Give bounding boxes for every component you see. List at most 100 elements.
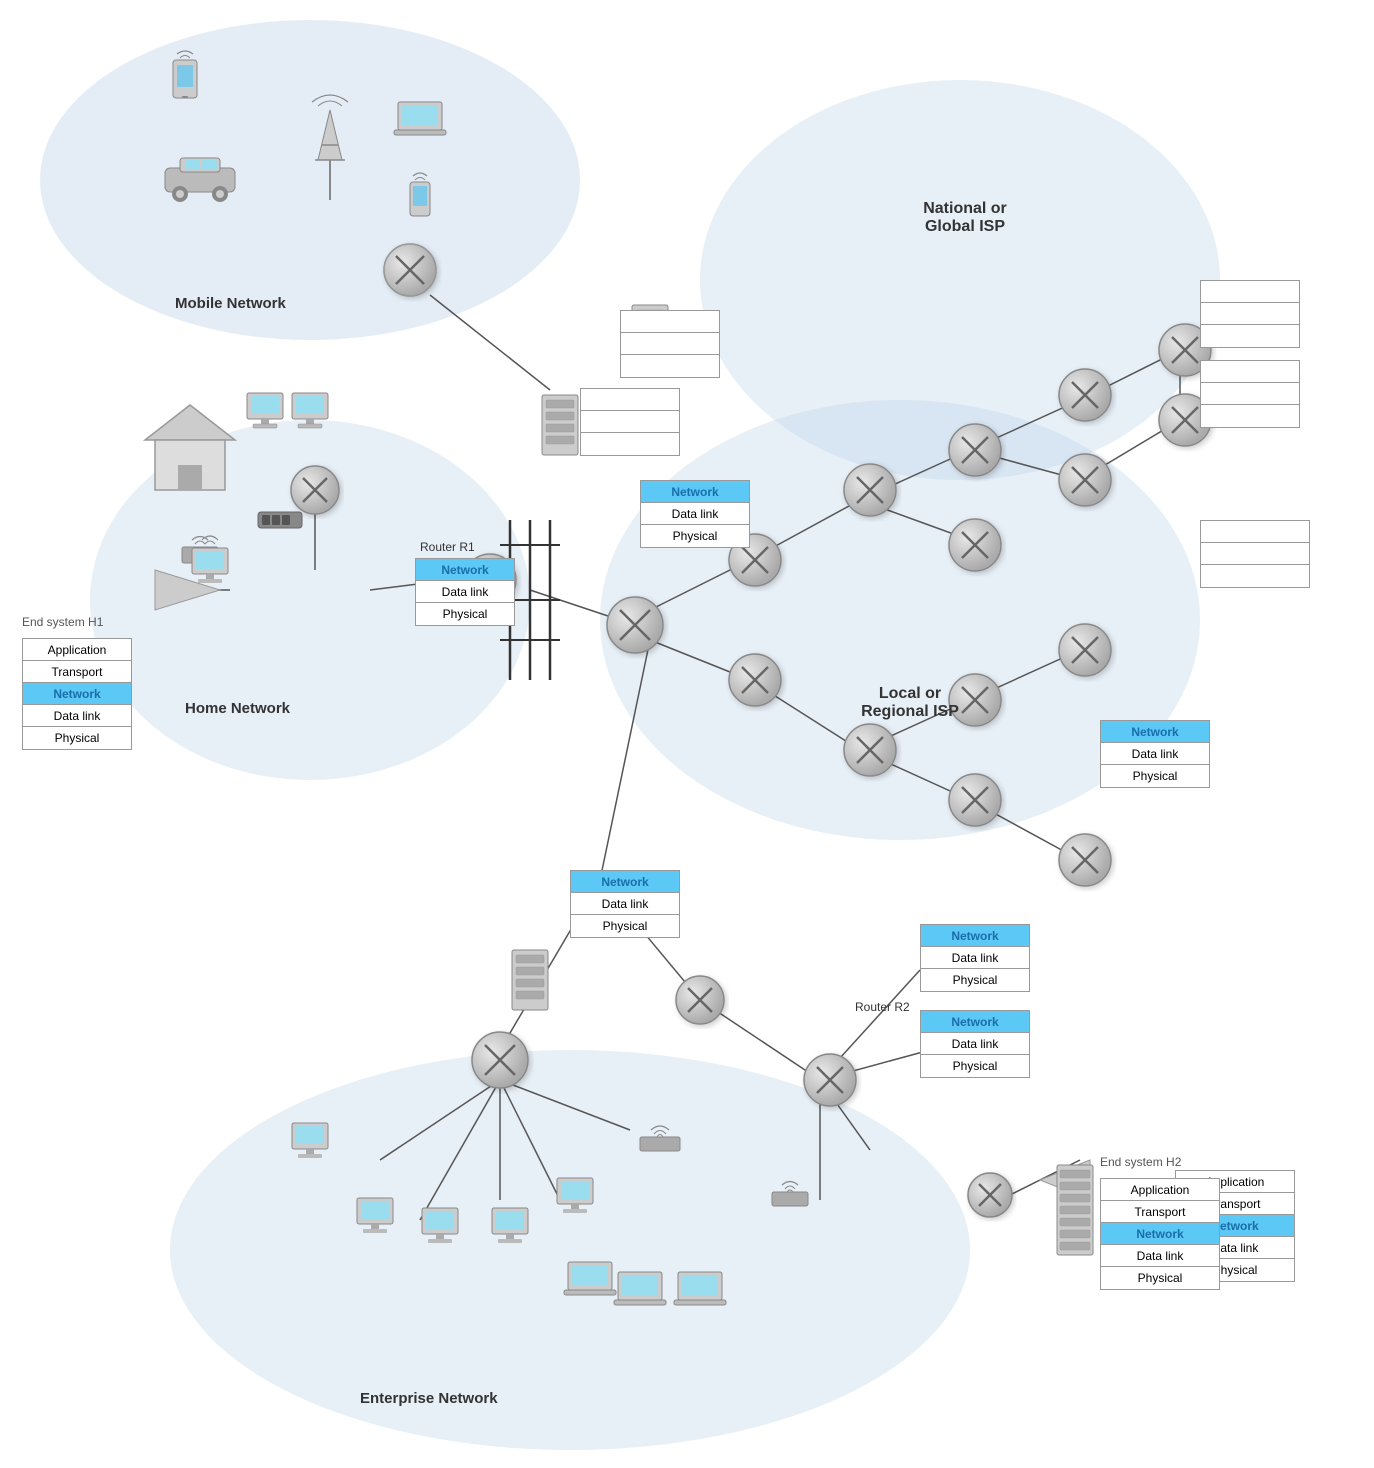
stack-local-right-1: Network Data link Physical (1100, 720, 1210, 788)
r1-physical: Physical (416, 603, 514, 625)
house-icon (145, 405, 235, 490)
sn-left-row2 (621, 333, 719, 355)
stack-national-left (620, 310, 720, 378)
mobile-network-label: Mobile Network (175, 295, 286, 312)
h2-application: Application (1101, 1179, 1219, 1201)
sr2u-network: Network (921, 925, 1029, 947)
stack-national-r2 (1200, 360, 1300, 428)
comp-ent-4 (492, 1208, 528, 1243)
router-r1-stack: Network Data link Physical (415, 558, 515, 626)
end-system-h1-stack: Application Transport Network Data link … (22, 638, 132, 750)
sc-top-row3 (581, 433, 679, 455)
suc-physical: Physical (641, 525, 749, 547)
end-system-h2-label: End system H2 (1100, 1155, 1181, 1169)
h2-physical: Physical (1101, 1267, 1219, 1289)
end-system-h1-label: End system H1 (22, 615, 103, 629)
slr1-datalink: Data link (1101, 743, 1209, 765)
router-national-3 (949, 424, 1001, 476)
router-national-1 (844, 464, 896, 516)
router-local-3 (1059, 624, 1111, 676)
h2-datalink: Data link (1101, 1245, 1219, 1267)
sc-top-row1 (581, 389, 679, 411)
slr2-row3 (1201, 565, 1309, 587)
computer-h1 (192, 536, 228, 583)
car-icon (165, 158, 235, 202)
local-isp-label: Local orRegional ISP (820, 685, 1000, 721)
home-network-label: Home Network (185, 700, 290, 717)
router-national-4 (949, 519, 1001, 571)
router-enterprise-right (968, 1173, 1012, 1217)
slr1-physical: Physical (1101, 765, 1209, 787)
end-system-h2-stack: Application Transport Network Data link … (1100, 1178, 1220, 1290)
laptop-ent-2 (614, 1272, 666, 1305)
sr2u-physical: Physical (921, 969, 1029, 991)
comp-ent-2 (357, 1198, 393, 1233)
suc-datalink: Data link (641, 503, 749, 525)
comp-ent-5 (557, 1178, 593, 1213)
h1-physical: Physical (23, 727, 131, 749)
r1-datalink: Data link (416, 581, 514, 603)
slcl-physical: Physical (571, 915, 679, 937)
slcl-network: Network (571, 871, 679, 893)
wifi-home (182, 537, 218, 564)
router-mobile (384, 244, 436, 296)
sr2l-datalink: Data link (921, 1033, 1029, 1055)
snr1-r1 (1201, 281, 1299, 303)
snr2-r3 (1201, 405, 1299, 427)
mobile-network-region (40, 20, 580, 340)
router-enterprise-sub (676, 976, 724, 1024)
r1-network: Network (416, 559, 514, 581)
h2-network: Network (1101, 1223, 1219, 1245)
sn-left-row3 (621, 355, 719, 377)
router-enterprise-main (472, 1032, 528, 1088)
sr2l-physical: Physical (921, 1055, 1029, 1077)
enterprise-network-label: Enterprise Network (360, 1390, 498, 1407)
h1-datalink: Data link (23, 705, 131, 727)
router-home-main (291, 466, 339, 514)
enterprise-network-region (170, 1050, 970, 1450)
laptop-ent-3 (674, 1272, 726, 1305)
router-central-1 (607, 597, 663, 653)
wireless-ent (640, 1126, 680, 1151)
stack-local-right-2 (1200, 520, 1310, 588)
router-national-2 (844, 724, 896, 776)
router-r2 (804, 1054, 856, 1106)
wifi-ent-2 (772, 1182, 808, 1207)
comp-ent-1 (292, 1123, 328, 1158)
slr1-network: Network (1101, 721, 1209, 743)
slr2-row1 (1201, 521, 1309, 543)
modem-home (258, 512, 302, 528)
snr1-r3 (1201, 325, 1299, 347)
diagram-container: End system H1 Application Transport Netw… (0, 0, 1374, 1468)
stack-upper-center: Network Data link Physical (640, 480, 750, 548)
router-local-4 (1059, 834, 1111, 886)
server-h2 (1057, 1165, 1093, 1255)
sc-top-row2 (581, 411, 679, 433)
national-isp-region (700, 80, 1220, 480)
h1-transport: Transport (23, 661, 131, 683)
router-national-5 (1059, 369, 1111, 421)
stack-r2-upper: Network Data link Physical (920, 924, 1030, 992)
h1-network: Network (23, 683, 131, 705)
regional-server-1 (542, 395, 578, 455)
comp-ent-3 (422, 1208, 458, 1243)
national-isp-label: National orGlobal ISP (875, 200, 1055, 236)
stack-central-top (580, 388, 680, 456)
router-national-6 (1059, 454, 1111, 506)
router-local-2 (949, 774, 1001, 826)
slr2-row2 (1201, 543, 1309, 565)
sr2l-network: Network (921, 1011, 1029, 1033)
computer-home-2 (292, 393, 328, 428)
phone-icon-2 (410, 173, 430, 216)
h2-transport: Transport (1101, 1201, 1219, 1223)
phone-icon-1 (173, 51, 197, 98)
router-regional-lower (729, 654, 781, 706)
snr1-r2 (1201, 303, 1299, 325)
h1-arrow (155, 570, 220, 610)
sn-left-row1 (621, 311, 719, 333)
h1-application: Application (23, 639, 131, 661)
router-r1-label: Router R1 (420, 540, 475, 554)
stack-r2-lower: Network Data link Physical (920, 1010, 1030, 1078)
antenna-tower (312, 95, 348, 200)
snr2-r2 (1201, 383, 1299, 405)
